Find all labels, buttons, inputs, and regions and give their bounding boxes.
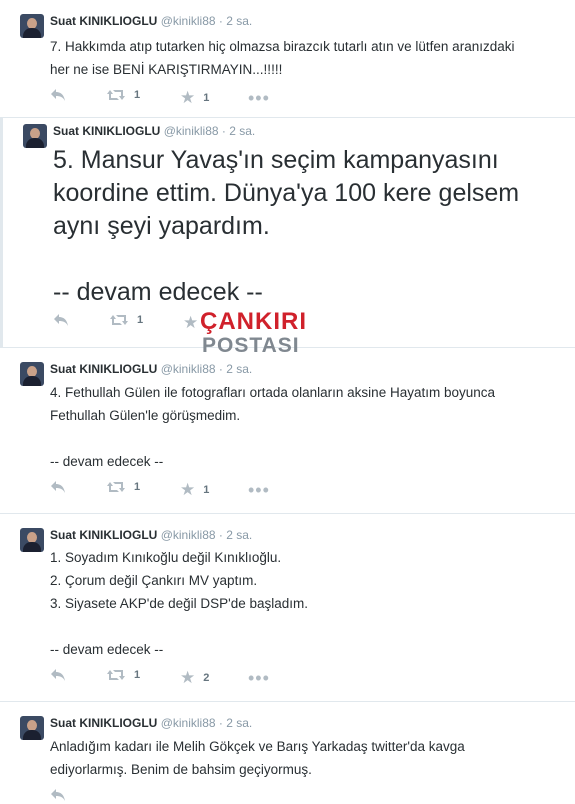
tweet[interactable]: Suat KINIKLIOGLU @kinikli88 · 2 sa. 7. H… [0, 0, 575, 118]
reply-icon [51, 789, 65, 801]
favorite-button[interactable]: ★ 1 [180, 480, 209, 500]
author-handle[interactable]: @kinikli88 [161, 716, 216, 730]
star-icon: ★ [183, 313, 199, 332]
avatar[interactable] [23, 124, 47, 148]
more-icon: ••• [248, 668, 270, 688]
more-icon: ••• [248, 480, 270, 500]
more-button[interactable]: ••• [248, 668, 270, 689]
reply-icon [51, 481, 65, 493]
retweet-icon [107, 90, 125, 100]
author-name[interactable]: Suat KINIKLIOGLU [50, 14, 157, 28]
timestamp[interactable]: · 2 sa. [219, 362, 252, 376]
retweet-button[interactable]: 1 [106, 668, 140, 682]
reply-icon [54, 314, 68, 326]
star-icon: ★ [180, 668, 196, 687]
reply-button[interactable] [50, 788, 66, 802]
favorite-button[interactable]: ★ 1 [180, 88, 209, 108]
reply-button[interactable] [53, 313, 69, 327]
tweet[interactable]: Suat KINIKLIOGLU @kinikli88 · 2 sa. 1. S… [0, 514, 575, 702]
more-button[interactable]: ••• [248, 88, 270, 109]
timestamp[interactable]: · 2 sa. [219, 528, 252, 542]
star-icon: ★ [180, 480, 196, 499]
timestamp[interactable]: · 2 sa. [222, 124, 255, 138]
tweet-actions: 1 ★ 2 ••• [50, 668, 450, 688]
favorite-button[interactable]: ★ 2 [180, 668, 209, 688]
tweet-header: Suat KINIKLIOGLU @kinikli88 · 2 sa. [53, 124, 255, 138]
avatar[interactable] [20, 528, 44, 552]
author-handle[interactable]: @kinikli88 [161, 528, 216, 542]
tweet[interactable]: Suat KINIKLIOGLU @kinikli88 · 2 sa. 4. F… [0, 348, 575, 514]
watermark-logo: ÇANKIRI POSTASI [200, 308, 325, 362]
reply-button[interactable] [50, 480, 66, 494]
tweet-text: 7. Hakkımda atıp tutarken hiç olmazsa bi… [50, 39, 515, 77]
reply-icon [51, 89, 65, 101]
favorite-count: 1 [203, 92, 210, 104]
more-button[interactable]: ••• [248, 480, 270, 501]
tweet-header: Suat KINIKLIOGLU @kinikli88 · 2 sa. [50, 362, 252, 376]
tweet-text: 5. Mansur Yavaş'ın seçim kampanyasını ko… [53, 146, 520, 306]
timestamp[interactable]: · 2 sa. [219, 14, 252, 28]
retweet-button[interactable]: 1 [106, 480, 140, 494]
avatar[interactable] [20, 716, 44, 740]
tweet-text: Anladığım kadarı ile Melih Gökçek ve Bar… [50, 739, 465, 777]
author-handle[interactable]: @kinikli88 [161, 362, 216, 376]
tweet-header: Suat KINIKLIOGLU @kinikli88 · 2 sa. [50, 14, 252, 28]
tweet-actions: 1 ★ 1 ••• [50, 88, 450, 108]
retweet-icon [110, 315, 128, 325]
tweet-header: Suat KINIKLIOGLU @kinikli88 · 2 sa. [50, 528, 252, 542]
retweet-button[interactable]: 1 [106, 88, 140, 102]
tweet-actions [50, 788, 450, 804]
favorite-count: 1 [203, 484, 210, 496]
tweet-actions: 1 ★ 1 ••• [50, 480, 450, 500]
retweet-icon [107, 482, 125, 492]
reply-icon [51, 669, 65, 681]
author-handle[interactable]: @kinikli88 [164, 124, 219, 138]
author-name[interactable]: Suat KINIKLIOGLU [50, 716, 157, 730]
retweet-button[interactable]: 1 [109, 313, 143, 327]
reply-button[interactable] [50, 668, 66, 682]
favorite-count: 2 [203, 672, 210, 684]
author-name[interactable]: Suat KINIKLIOGLU [50, 528, 157, 542]
avatar[interactable] [20, 362, 44, 386]
retweet-count: 1 [134, 89, 141, 101]
tweet-text: 1. Soyadım Kınıkoğlu değil Kınıklıoğlu. … [50, 550, 309, 657]
avatar[interactable] [20, 14, 44, 38]
reply-button[interactable] [50, 88, 66, 102]
retweet-count: 1 [137, 314, 144, 326]
retweet-count: 1 [134, 669, 141, 681]
tweet-text: 4. Fethullah Gülen ile fotografları orta… [50, 385, 496, 469]
tweet-header: Suat KINIKLIOGLU @kinikli88 · 2 sa. [50, 716, 252, 730]
more-icon: ••• [248, 88, 270, 108]
watermark-top: ÇANKIRI [200, 308, 307, 335]
author-name[interactable]: Suat KINIKLIOGLU [50, 362, 157, 376]
author-handle[interactable]: @kinikli88 [161, 14, 216, 28]
retweet-count: 1 [134, 481, 141, 493]
star-icon: ★ [180, 88, 196, 107]
retweet-icon [107, 670, 125, 680]
tweet[interactable]: Suat KINIKLIOGLU @kinikli88 · 2 sa. Anla… [0, 702, 575, 801]
author-name[interactable]: Suat KINIKLIOGLU [53, 124, 160, 138]
timestamp[interactable]: · 2 sa. [219, 716, 252, 730]
watermark-bottom: POSTASI [202, 334, 300, 357]
